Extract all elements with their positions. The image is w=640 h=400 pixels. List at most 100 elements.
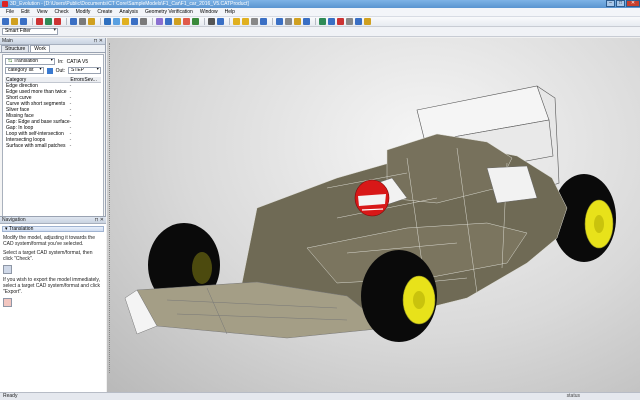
toolbar-tool-icon[interactable]	[285, 18, 292, 25]
toolbar-tool-icon[interactable]	[294, 18, 301, 25]
menu-analysis[interactable]: Analysis	[119, 9, 138, 15]
toolbar-tool-icon[interactable]	[122, 18, 129, 25]
toolbar-separator	[272, 18, 273, 25]
toolbar-tool-icon[interactable]	[183, 18, 190, 25]
toolbar-tool-icon[interactable]	[276, 18, 283, 25]
toolbar-tool-icon[interactable]	[208, 18, 215, 25]
tab-work[interactable]: Work	[30, 45, 50, 52]
toolbar-tool-icon[interactable]	[131, 18, 138, 25]
main-panel-title-text: Main	[2, 38, 13, 44]
filter-bar: Smart Filter	[0, 27, 640, 37]
toolbar-tool-icon[interactable]	[54, 18, 61, 25]
toolbar-tool-icon[interactable]	[104, 18, 111, 25]
menu-create[interactable]: Create	[97, 9, 112, 15]
toolbar-tool-icon[interactable]	[11, 18, 18, 25]
status-bar: Ready status	[0, 392, 640, 400]
toolbar-tool-icon[interactable]	[79, 18, 86, 25]
navigation-panel: Navigation ⊓ ✕ ▾ Translation Modify the …	[0, 216, 106, 392]
toolbar-tool-icon[interactable]	[217, 18, 224, 25]
menu-geometry-verification[interactable]: Geometry Verification	[145, 9, 193, 15]
toolbar-tool-icon[interactable]	[328, 18, 335, 25]
col-errors[interactable]: Errors	[69, 77, 84, 83]
front-right-wheel	[361, 250, 437, 342]
toolbar-tool-icon[interactable]	[337, 18, 344, 25]
menu-window[interactable]: Window	[200, 9, 218, 15]
menu-modify[interactable]: Modify	[76, 9, 91, 15]
col-category[interactable]: Category	[5, 77, 69, 83]
translation-section[interactable]: ▾ Translation	[2, 226, 104, 232]
toolbar-tool-icon[interactable]	[233, 18, 240, 25]
window-title: 3D_Evolution - [D:\Users\Public\Document…	[10, 1, 249, 7]
toolbar-tool-icon[interactable]	[36, 18, 43, 25]
3d-viewport[interactable]	[107, 38, 640, 392]
left-panel: Main ⊓ ✕ Structure Work ⇆ Translation In…	[0, 38, 106, 392]
col-severity[interactable]: Sev...	[83, 77, 101, 83]
minimize-button[interactable]: –	[606, 0, 615, 7]
menu-bar: File Edit View Check Modify Create Analy…	[0, 8, 640, 17]
toolbar-separator	[152, 18, 153, 25]
out-format-select[interactable]: STEP	[68, 67, 101, 74]
smart-filter-select[interactable]: Smart Filter	[2, 28, 58, 35]
toolbar-tool-icon[interactable]	[319, 18, 326, 25]
category-name: Surface with small patches	[6, 143, 66, 149]
navigation-text-1: Modify the model, adjusting it towards t…	[3, 235, 95, 247]
menu-check[interactable]: Check	[54, 9, 68, 15]
mode-select[interactable]: ⇆ Translation	[5, 58, 55, 65]
in-label: In:	[58, 58, 64, 65]
out-label: Out:	[55, 67, 66, 74]
status-right: status	[566, 393, 580, 399]
mode-select-text: Translation	[13, 58, 39, 64]
status-text: Ready	[3, 393, 18, 399]
maximize-button[interactable]: □	[616, 0, 625, 7]
toolbar-tool-icon[interactable]	[113, 18, 120, 25]
pin-icon[interactable]: ⊓ ✕	[94, 38, 103, 45]
f1-car-model[interactable]	[107, 38, 640, 392]
toolbar-tool-icon[interactable]	[174, 18, 181, 25]
helmet	[354, 179, 390, 217]
toolbar-tool-icon[interactable]	[355, 18, 362, 25]
toolbar-separator	[315, 18, 316, 25]
filter-toggle-icon[interactable]	[46, 67, 53, 74]
toolbar-tool-icon[interactable]	[364, 18, 371, 25]
menu-view[interactable]: View	[37, 9, 48, 15]
toolbar-tool-icon[interactable]	[156, 18, 163, 25]
toolbar-tool-icon[interactable]	[303, 18, 310, 25]
navigation-text-3: If you wish to export the model immediat…	[3, 277, 100, 295]
check-button[interactable]	[3, 265, 12, 274]
toolbar-tool-icon[interactable]	[20, 18, 27, 25]
toolbar-tool-icon[interactable]	[88, 18, 95, 25]
export-button[interactable]	[3, 298, 12, 307]
category-filter-select[interactable]: category lst	[5, 67, 44, 74]
toolbar-tool-icon[interactable]	[45, 18, 52, 25]
toolbar-separator	[32, 18, 33, 25]
in-value: CATIA V5	[66, 58, 89, 65]
menu-edit[interactable]: Edit	[21, 9, 30, 15]
category-row[interactable]: Surface with small patches -	[5, 143, 101, 149]
toolbar-tool-icon[interactable]	[346, 18, 353, 25]
pin-icon[interactable]: ⊓ ✕	[95, 217, 104, 224]
navigation-title-text: Navigation	[2, 217, 26, 223]
toolbar-tool-icon[interactable]	[70, 18, 77, 25]
translation-section-label: Translation	[8, 226, 34, 232]
main-toolbar	[0, 17, 640, 27]
toolbar-tool-icon[interactable]	[2, 18, 9, 25]
toolbar-separator	[204, 18, 205, 25]
toolbar-separator	[229, 18, 230, 25]
toolbar-tool-icon[interactable]	[192, 18, 199, 25]
toolbar-tool-icon[interactable]	[165, 18, 172, 25]
main-panel-title: Main ⊓ ✕	[0, 38, 105, 45]
menu-help[interactable]: Help	[225, 9, 235, 15]
menu-file[interactable]: File	[6, 9, 14, 15]
toolbar-tool-icon[interactable]	[242, 18, 249, 25]
toolbar-tool-icon[interactable]	[140, 18, 147, 25]
close-button[interactable]: ✕	[626, 0, 640, 7]
title-bar: 3D_Evolution - [D:\Users\Public\Document…	[0, 0, 640, 8]
tab-structure[interactable]: Structure	[1, 45, 30, 52]
navigation-title: Navigation ⊓ ✕	[0, 217, 106, 224]
toolbar-separator	[66, 18, 67, 25]
toolbar-tool-icon[interactable]	[260, 18, 267, 25]
category-errors: -	[69, 143, 72, 149]
category-list: Edge direction - Edge used more than twice…	[5, 83, 101, 149]
toolbar-tool-icon[interactable]	[251, 18, 258, 25]
navigation-text-2: Select a target CAD system/format, then …	[3, 250, 93, 262]
